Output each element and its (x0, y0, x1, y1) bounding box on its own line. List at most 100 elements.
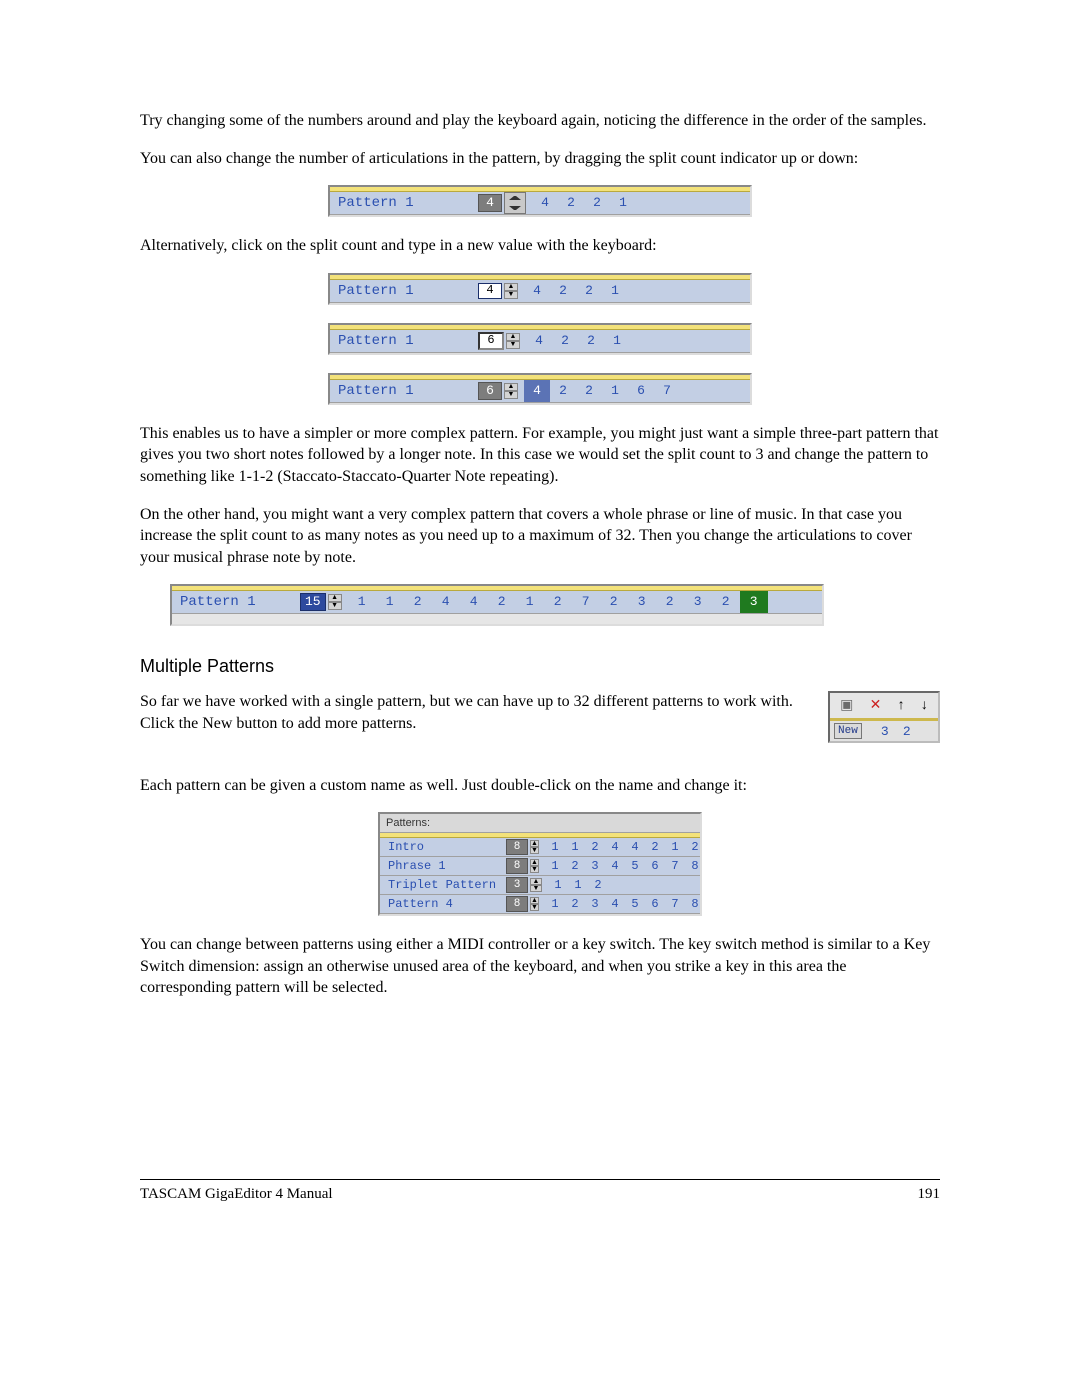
pattern-name-editable[interactable]: Pattern 4 (380, 897, 506, 911)
articulation-cell[interactable]: 4 (432, 591, 460, 613)
pattern-name-label: Pattern 1 (330, 333, 478, 349)
section-heading: Multiple Patterns (140, 656, 940, 677)
articulation-cell[interactable]: 1 (516, 591, 544, 613)
articulation-cell[interactable]: 1 (604, 330, 630, 352)
split-count-spinner[interactable]: ▲▼ (530, 878, 542, 892)
split-count-spinner[interactable]: ▲▼ (504, 283, 518, 299)
pattern-name-editable[interactable]: Intro (380, 840, 506, 854)
select-icon[interactable]: ▣ (840, 697, 853, 714)
articulation-cell[interactable]: 2 (552, 330, 578, 352)
articulation-cell[interactable]: 2 (550, 280, 576, 302)
pattern-name-label: Pattern 1 (330, 283, 478, 299)
articulation-cell[interactable]: 2 (404, 591, 432, 613)
body-text: Try changing some of the numbers around … (140, 110, 940, 132)
articulation-cell[interactable]: 4 (524, 280, 550, 302)
articulation-cell[interactable]: 6 (645, 893, 665, 915)
pattern-figure-click: Pattern 1 4 ▲▼ 4 2 2 1 (140, 273, 940, 305)
articulation-cell[interactable]: 6 (628, 380, 654, 402)
footer-title: TASCAM GigaEditor 4 Manual (140, 1186, 333, 1203)
articulation-cell[interactable]: 2 (558, 192, 584, 214)
body-text: This enables us to have a simpler or mor… (140, 423, 940, 488)
split-count-display[interactable]: 4 (478, 194, 502, 212)
split-count-spinner[interactable]: ▲▼ (504, 383, 518, 399)
footer-page-number: 191 (918, 1186, 941, 1203)
articulation-cell[interactable]: 8 (685, 855, 705, 877)
articulation-cell[interactable]: 2 (550, 380, 576, 402)
split-count-spinner[interactable]: ▲▼ (530, 840, 539, 854)
articulation-cell[interactable]: 4 (524, 380, 550, 402)
body-text: You can also change the number of articu… (140, 148, 940, 170)
articulation-cell[interactable]: 8 (685, 893, 705, 915)
new-button[interactable]: New (834, 723, 862, 739)
articulation-cell[interactable]: 2 (578, 330, 604, 352)
pattern-figure-drag: Pattern 1 4 4 2 2 1 (140, 185, 940, 217)
articulation-cell[interactable]: 4 (460, 591, 488, 613)
pattern-list-row[interactable]: Pattern 4 8 ▲▼ 1 2 3 4 5 6 7 8 (380, 895, 700, 914)
pattern-figure-expanded6: Pattern 1 6 ▲▼ 4 2 2 1 6 7 (140, 373, 940, 405)
split-count-spinner[interactable]: ▲▼ (530, 897, 539, 911)
articulation-cell[interactable]: 1 (602, 380, 628, 402)
pattern-figure-15: Pattern 1 15 ▲▼ 1 1 2 4 4 2 1 2 7 2 3 2 … (170, 584, 940, 626)
page-footer: TASCAM GigaEditor 4 Manual 191 (140, 1179, 940, 1203)
articulation-cell[interactable]: 3 (740, 591, 768, 613)
delete-icon[interactable]: ✕ (870, 697, 882, 714)
articulation-cell[interactable]: 3 (628, 591, 656, 613)
split-count-display[interactable]: 6 (478, 382, 502, 400)
move-up-icon[interactable]: ↑ (898, 698, 905, 714)
move-down-icon[interactable]: ↓ (921, 698, 928, 714)
articulation-cell[interactable]: 2 (544, 591, 572, 613)
toolbar-value[interactable]: 3 (874, 724, 896, 739)
pattern-name-label: Pattern 1 (172, 594, 300, 610)
articulation-cell[interactable]: 2 (488, 591, 516, 613)
articulation-cell[interactable]: 1 (610, 192, 636, 214)
articulation-cell[interactable]: 7 (665, 893, 685, 915)
articulation-cell[interactable]: 5 (625, 893, 645, 915)
pattern-list-row[interactable]: Phrase 1 8 ▲▼ 1 2 3 4 5 6 7 8 (380, 857, 700, 876)
articulation-cell[interactable]: 3 (684, 591, 712, 613)
split-count-drag-handle[interactable] (504, 192, 526, 214)
split-count-spinner[interactable]: ▲▼ (328, 594, 342, 610)
articulation-cell[interactable]: 4 (532, 192, 558, 214)
split-count-input[interactable]: 6 (478, 332, 504, 350)
split-count-display[interactable]: 8 (506, 858, 528, 874)
pattern-figure-typed6: Pattern 1 6 ▲▼ 4 2 2 1 (140, 323, 940, 355)
articulation-cell[interactable]: 2 (576, 280, 602, 302)
pattern-name-label: Pattern 1 (330, 383, 478, 399)
articulation-cell[interactable]: 7 (654, 380, 680, 402)
split-count-input[interactable]: 4 (478, 283, 502, 299)
body-text: You can change between patterns using ei… (140, 934, 940, 999)
body-text: So far we have worked with a single patt… (140, 691, 940, 734)
articulation-cell[interactable]: 1 (545, 893, 565, 915)
pattern-name-editable[interactable]: Phrase 1 (380, 859, 506, 873)
body-text: Each pattern can be given a custom name … (140, 775, 940, 797)
articulation-cell[interactable]: 5 (625, 855, 645, 877)
articulation-cell[interactable]: 7 (665, 855, 685, 877)
patterns-header: Patterns: (380, 814, 700, 833)
articulation-cell[interactable]: 4 (605, 893, 625, 915)
articulation-cell[interactable]: 4 (526, 330, 552, 352)
articulation-cell[interactable]: 3 (585, 893, 605, 915)
articulation-cell[interactable]: 2 (600, 591, 628, 613)
body-text: Alternatively, click on the split count … (140, 235, 940, 257)
split-count-spinner[interactable]: ▲▼ (506, 333, 520, 349)
articulation-cell[interactable]: 2 (656, 591, 684, 613)
split-count-display[interactable]: 3 (506, 877, 528, 893)
articulation-cell[interactable]: 2 (565, 893, 585, 915)
toolbar-value[interactable]: 2 (896, 724, 918, 739)
split-count-display[interactable]: 8 (506, 839, 528, 855)
split-count-spinner[interactable]: ▲▼ (530, 859, 539, 873)
body-text: On the other hand, you might want a very… (140, 504, 940, 569)
articulation-cell[interactable]: 1 (348, 591, 376, 613)
articulation-cell[interactable]: 2 (576, 380, 602, 402)
new-pattern-toolbar: ▣ ✕ ↑ ↓ New 3 2 (828, 691, 940, 743)
pattern-name-editable[interactable]: Triplet Pattern (380, 878, 506, 892)
split-count-display[interactable]: 8 (506, 896, 528, 912)
articulation-cell[interactable]: 7 (572, 591, 600, 613)
articulation-cell[interactable]: 1 (376, 591, 404, 613)
articulation-cell[interactable]: 2 (584, 192, 610, 214)
articulation-cell[interactable]: 6 (645, 855, 665, 877)
split-count-display[interactable]: 15 (300, 593, 326, 611)
articulation-cell[interactable]: 2 (712, 591, 740, 613)
articulation-cell[interactable]: 1 (602, 280, 628, 302)
pattern-name-label: Pattern 1 (330, 195, 478, 211)
